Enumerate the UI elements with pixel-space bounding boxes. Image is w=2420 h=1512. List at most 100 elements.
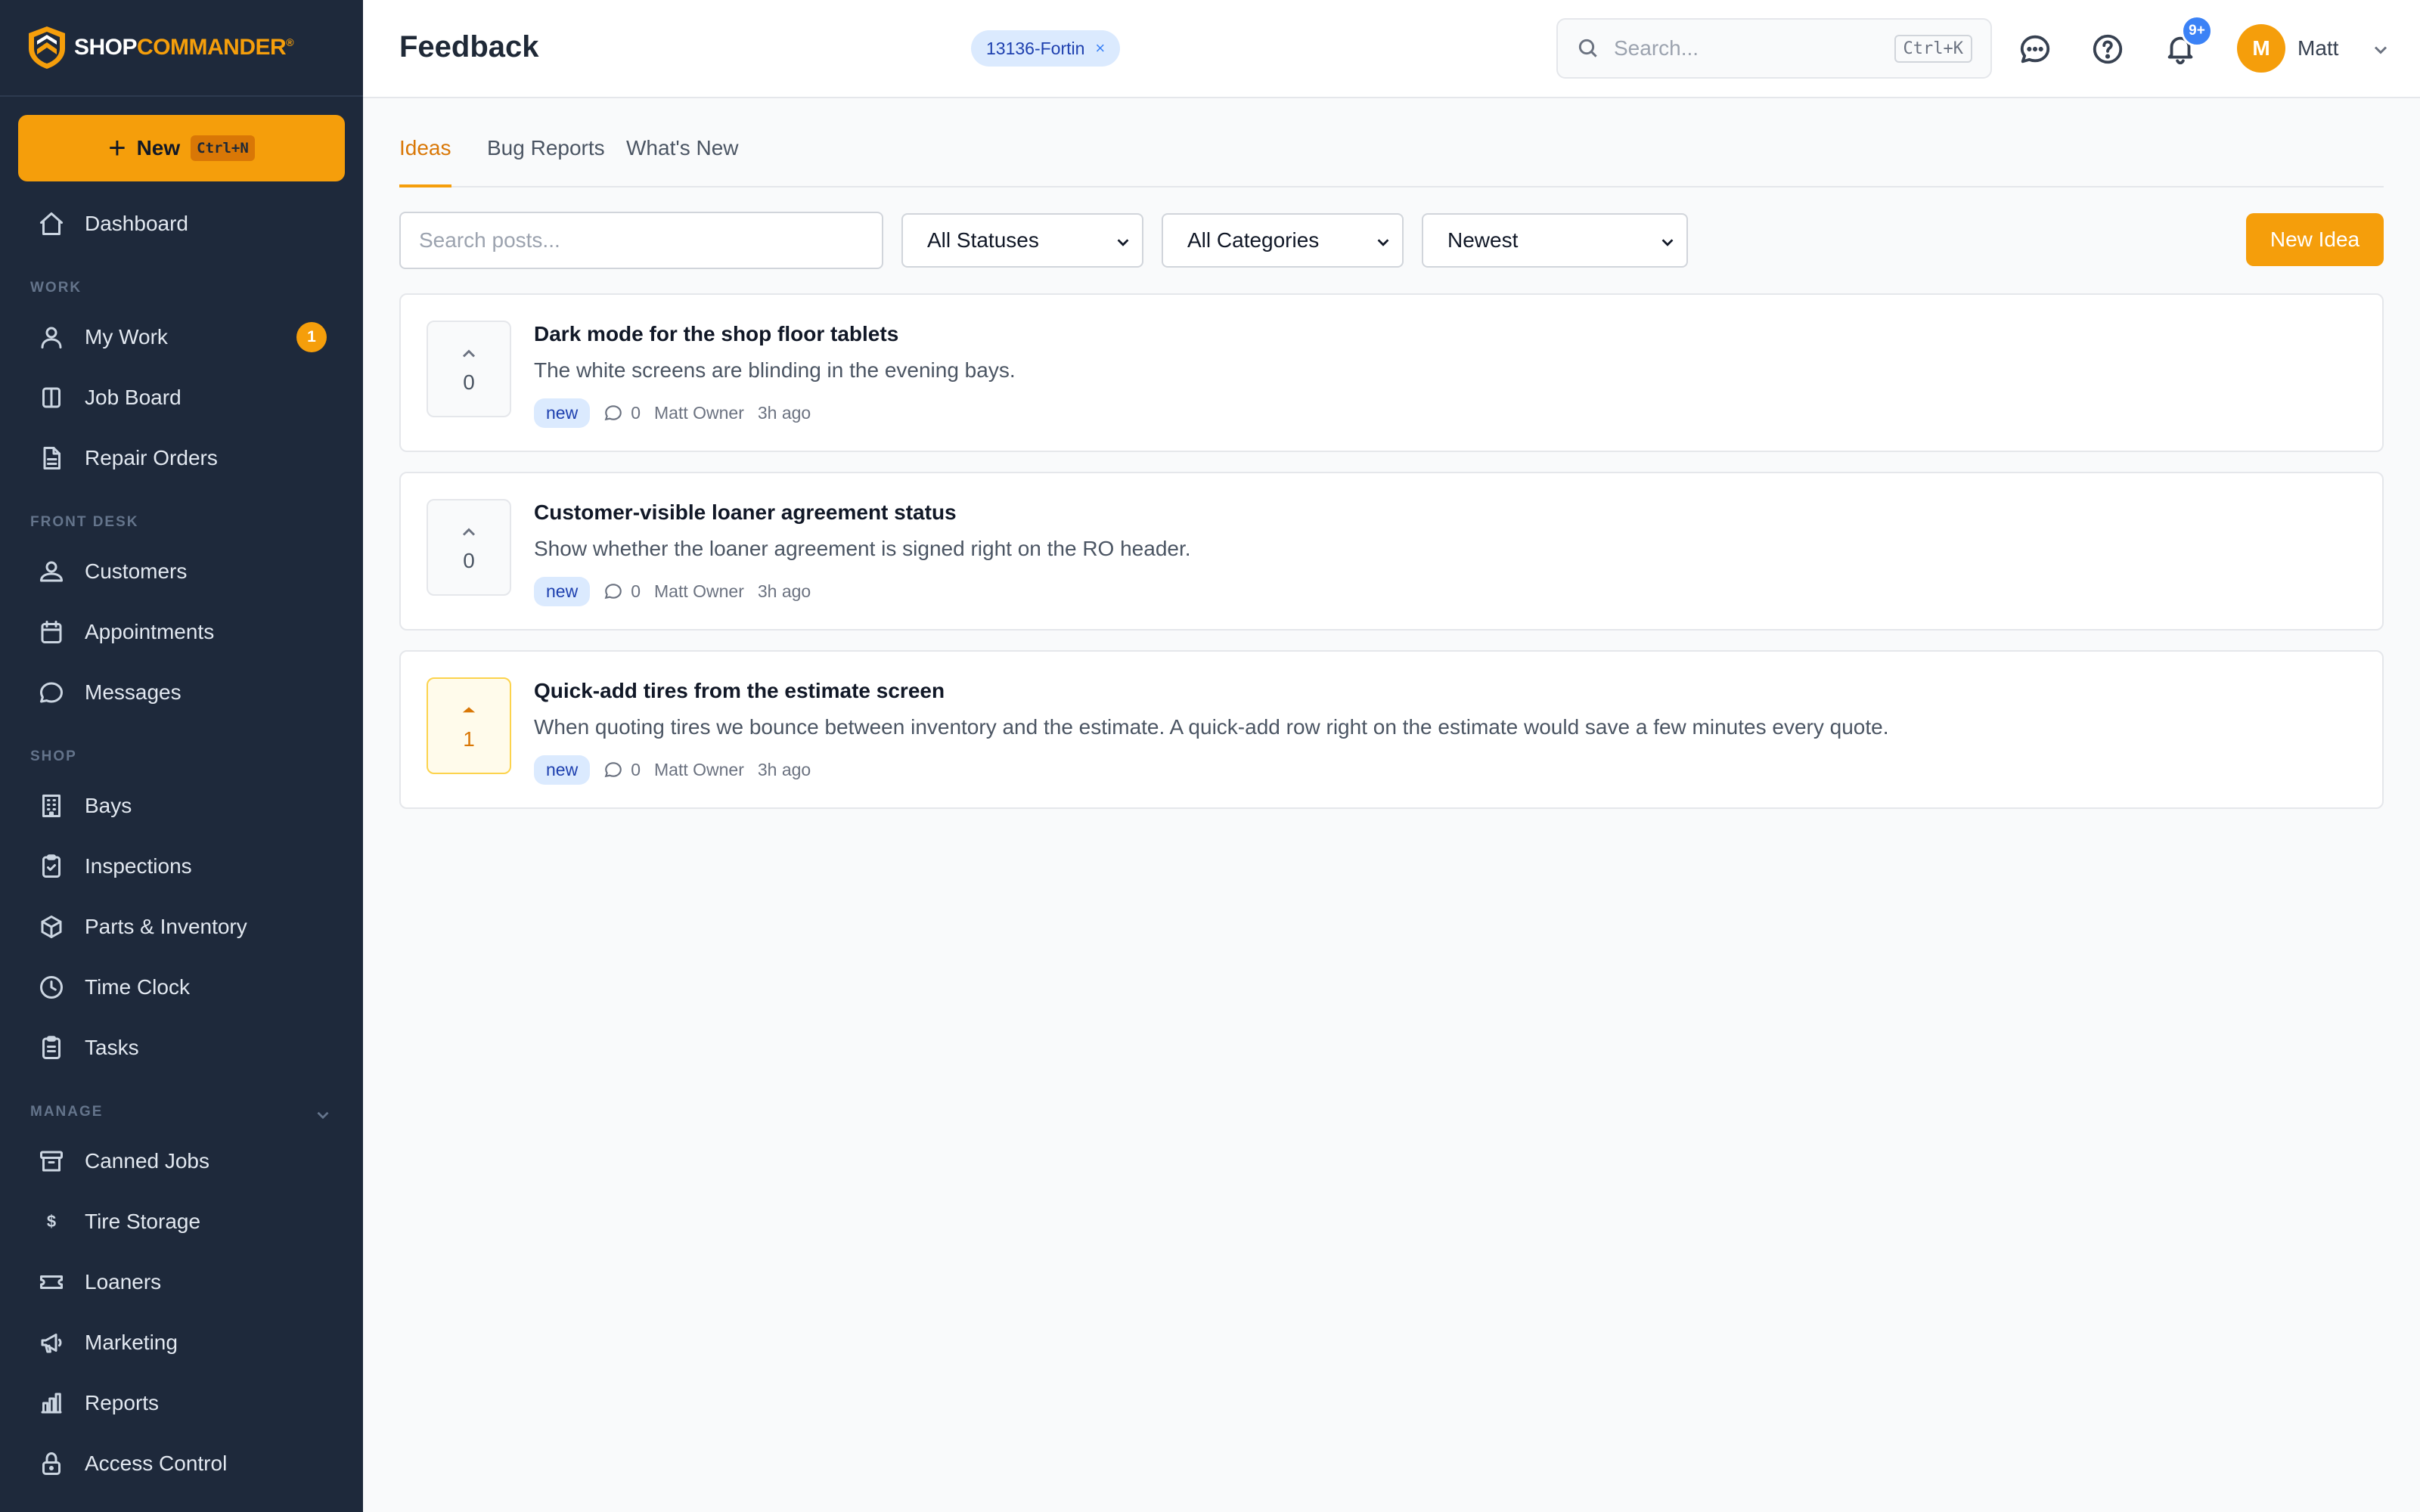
search-posts-placeholder: Search posts... bbox=[419, 228, 560, 252]
search-posts-input[interactable]: Search posts... bbox=[399, 212, 883, 269]
close-icon[interactable]: × bbox=[1095, 39, 1105, 58]
comment-icon bbox=[604, 762, 622, 778]
sidebar-item-tire-storage[interactable]: $ Tire Storage bbox=[0, 1194, 363, 1249]
chevron-down-icon[interactable] bbox=[2370, 39, 2391, 60]
sidebar-item-job-board[interactable]: Job Board bbox=[0, 370, 363, 425]
new-idea-button[interactable]: New Idea bbox=[2246, 213, 2384, 266]
upvote-button[interactable]: 0 bbox=[427, 499, 511, 596]
post-time: 3h ago bbox=[757, 581, 811, 601]
sidebar-item-loaners[interactable]: Loaners bbox=[0, 1255, 363, 1309]
post-title[interactable]: Quick-add tires from the estimate screen bbox=[534, 679, 945, 703]
tab-whats-new[interactable]: What's New bbox=[626, 132, 739, 187]
tab-bug-reports[interactable]: Bug Reports bbox=[487, 132, 605, 187]
brand-logo[interactable]: SHOPCOMMANDER® bbox=[0, 0, 363, 97]
new-button[interactable]: + New Ctrl+N bbox=[18, 115, 345, 181]
section-label-shop: SHOP bbox=[30, 748, 77, 764]
chevron-up-icon bbox=[462, 528, 476, 536]
dollar-icon: $ bbox=[46, 1212, 57, 1231]
status-select[interactable]: All Statuses bbox=[901, 213, 1143, 268]
shield-logo-icon bbox=[29, 26, 65, 69]
sidebar-item-appointments[interactable]: Appointments bbox=[0, 605, 363, 659]
brand-name: SHOPCOMMANDER® bbox=[74, 35, 294, 60]
post-card[interactable]: 0 Customer-visible loaner agreement stat… bbox=[399, 472, 2384, 631]
section-label-work: WORK bbox=[30, 280, 82, 296]
post-card[interactable]: 1 Quick-add tires from the estimate scre… bbox=[399, 650, 2384, 809]
chevron-down-icon bbox=[1117, 239, 1129, 246]
avatar[interactable]: M bbox=[2237, 24, 2285, 73]
post-card[interactable]: 0 Dark mode for the shop floor tablets T… bbox=[399, 293, 2384, 452]
chip-label: 13136-Fortin bbox=[986, 38, 1085, 58]
section-label-manage: MANAGE bbox=[30, 1104, 104, 1120]
vote-count: 0 bbox=[463, 549, 475, 572]
shop-filter-chip[interactable]: 13136-Fortin × bbox=[971, 30, 1121, 67]
sidebar-item-reports[interactable]: Reports bbox=[0, 1376, 363, 1430]
comment-count: 0 bbox=[631, 581, 641, 601]
plus-icon: + bbox=[108, 132, 126, 165]
box-icon bbox=[41, 916, 62, 938]
section-label-front-desk: FRONT DESK bbox=[30, 514, 139, 530]
home-icon bbox=[40, 212, 63, 235]
main-content: Ideas Bug Reports What's New Search post… bbox=[363, 98, 2420, 1512]
sidebar-item-my-work[interactable]: My Work 1 bbox=[0, 310, 363, 364]
clipboard-list-icon bbox=[42, 1036, 60, 1059]
post-description: Show whether the loaner agreement is sig… bbox=[534, 537, 1191, 560]
sidebar-item-customers[interactable]: Customers bbox=[0, 544, 363, 599]
chat-icon bbox=[40, 682, 63, 703]
users-icon bbox=[40, 561, 63, 582]
post-author: Matt Owner bbox=[654, 402, 744, 423]
my-work-badge: 1 bbox=[296, 322, 327, 352]
user-icon bbox=[41, 327, 62, 349]
new-button-label: New bbox=[136, 136, 181, 160]
sidebar: SHOPCOMMANDER® + New Ctrl+N Dashboard WO… bbox=[0, 0, 363, 1512]
post-meta: new 0 Matt Owner 3h ago bbox=[534, 576, 811, 606]
page-title: Feedback bbox=[399, 30, 539, 64]
sidebar-item-dashboard[interactable]: Dashboard bbox=[0, 197, 363, 251]
status-badge: new bbox=[534, 398, 591, 428]
comment-count: 0 bbox=[631, 402, 641, 423]
clock-icon bbox=[40, 976, 63, 999]
post-description: When quoting tires we bounce between inv… bbox=[534, 715, 1889, 739]
help-icon[interactable] bbox=[2090, 32, 2125, 67]
sidebar-item-messages[interactable]: Messages bbox=[0, 665, 363, 720]
sidebar-item-parts-inventory[interactable]: Parts & Inventory bbox=[0, 900, 363, 954]
lock-icon bbox=[42, 1452, 60, 1475]
building-icon bbox=[42, 795, 60, 817]
sidebar-item-inspections[interactable]: Inspections bbox=[0, 839, 363, 894]
sidebar-item-marketing[interactable]: Marketing bbox=[0, 1315, 363, 1370]
status-badge: new bbox=[534, 754, 591, 785]
sidebar-item-canned-jobs[interactable]: Canned Jobs bbox=[0, 1134, 363, 1188]
sidebar-item-repair-orders[interactable]: Repair Orders bbox=[0, 431, 363, 485]
document-icon bbox=[43, 447, 60, 469]
vote-count: 0 bbox=[463, 370, 475, 394]
sidebar-item-time-clock[interactable]: Time Clock bbox=[0, 960, 363, 1015]
sidebar-item-tasks[interactable]: Tasks bbox=[0, 1021, 363, 1075]
user-name[interactable]: Matt bbox=[2297, 36, 2338, 60]
search-icon bbox=[1578, 39, 1597, 57]
post-author: Matt Owner bbox=[654, 759, 744, 779]
status-badge: new bbox=[534, 576, 591, 606]
search-placeholder: Search... bbox=[1614, 36, 1699, 60]
comment-icon bbox=[604, 584, 622, 600]
upvote-button[interactable]: 0 bbox=[427, 321, 511, 417]
ticket-icon bbox=[40, 1275, 63, 1289]
sidebar-item-access-control[interactable]: Access Control bbox=[0, 1436, 363, 1491]
comment-count: 0 bbox=[631, 759, 641, 779]
sort-select[interactable]: Newest bbox=[1422, 213, 1688, 268]
archive-icon bbox=[40, 1151, 63, 1172]
post-title[interactable]: Customer-visible loaner agreement status bbox=[534, 500, 957, 525]
tab-ideas[interactable]: Ideas bbox=[399, 132, 451, 187]
category-select[interactable]: All Categories bbox=[1162, 213, 1404, 268]
post-title[interactable]: Dark mode for the shop floor tablets bbox=[534, 322, 898, 346]
upvote-button[interactable]: 1 bbox=[427, 677, 511, 774]
clipboard-check-icon bbox=[42, 854, 60, 878]
post-time: 3h ago bbox=[757, 759, 811, 779]
top-header: Feedback 13136-Fortin × Search... Ctrl+K… bbox=[363, 0, 2420, 98]
chevron-down-icon[interactable] bbox=[313, 1105, 333, 1125]
comment-icon bbox=[604, 405, 622, 421]
post-author: Matt Owner bbox=[654, 581, 744, 601]
chat-bubble-icon[interactable] bbox=[2018, 32, 2052, 67]
sidebar-item-bays[interactable]: Bays bbox=[0, 779, 363, 833]
post-meta: new 0 Matt Owner 3h ago bbox=[534, 398, 811, 428]
post-meta: new 0 Matt Owner 3h ago bbox=[534, 754, 811, 785]
global-search-input[interactable]: Search... Ctrl+K bbox=[1556, 18, 1992, 79]
